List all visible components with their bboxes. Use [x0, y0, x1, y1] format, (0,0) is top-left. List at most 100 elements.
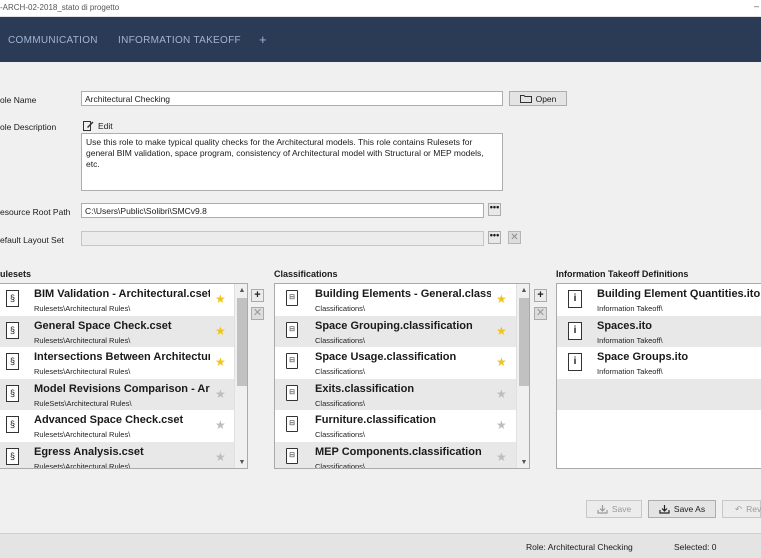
resource-root-field[interactable]: C:\Users\Public\Solibri\SMCv9.8 — [81, 203, 484, 218]
save-button[interactable]: Save — [586, 500, 642, 518]
list-item[interactable]: ⊟ MEP Components.classification Classifica… — [275, 441, 516, 469]
tab-communication[interactable]: COMMUNICATION — [8, 35, 98, 46]
item-path: Rulesets\Architectural Rules\ — [34, 430, 131, 439]
favorite-star-icon[interactable]: ★ — [215, 419, 226, 431]
item-path: Information Takeoff\ — [597, 304, 663, 313]
list-item[interactable]: ⊟ Furniture.classification Classifications… — [275, 410, 516, 442]
item-name: Building Element Quantities.ito — [597, 288, 761, 300]
resource-root-label: esource Root Path — [0, 207, 71, 217]
favorite-star-icon[interactable]: ★ — [496, 419, 507, 431]
classifications-scrollbar[interactable]: ▲ ▼ — [516, 284, 529, 468]
add-ruleset-button[interactable]: + — [251, 289, 264, 302]
default-layout-label: efault Layout Set — [0, 235, 64, 245]
list-item[interactable]: § General Space Check.cset Rulesets\Archit… — [0, 315, 234, 347]
favorite-star-icon[interactable]: ★ — [215, 293, 226, 305]
item-path: Rulesets\Architectural Rules\ — [34, 304, 131, 313]
favorite-star-icon[interactable]: ★ — [496, 293, 507, 305]
list-item[interactable]: § Egress Analysis.cset Rulesets\Architectu… — [0, 441, 234, 468]
open-button[interactable]: Open — [509, 91, 567, 106]
title-bar: -ARCH-02-2018_stato di progetto – — [0, 0, 761, 17]
scroll-down-icon[interactable]: ▼ — [235, 459, 247, 466]
role-description-label: ole Description — [0, 122, 57, 132]
classification-file-icon: ⊟ — [286, 447, 298, 464]
item-name: General Space Check.cset — [34, 319, 172, 332]
favorite-star-icon[interactable]: ★ — [496, 356, 507, 368]
classification-file-icon: ⊟ — [286, 353, 298, 369]
item-name: Space Groups.ito — [597, 351, 689, 363]
role-name-field[interactable]: Architectural Checking — [81, 91, 503, 106]
favorite-star-icon[interactable]: ★ — [215, 325, 226, 337]
save-label: Save — [611, 504, 632, 514]
clear-layout-button[interactable]: ✕ — [508, 231, 521, 244]
save-icon — [597, 505, 608, 514]
rulesets-list[interactable]: § BIM Validation - Architectural.cset Rule… — [0, 283, 248, 469]
takeoff-file-icon: i — [568, 321, 582, 340]
list-item[interactable]: i Building Element Quantities.ito Informat… — [557, 284, 761, 316]
edit-icon — [83, 121, 94, 131]
item-path: Classifications\ — [315, 367, 366, 376]
scroll-down-icon[interactable]: ▼ — [517, 459, 529, 466]
add-classification-button[interactable]: + — [534, 289, 547, 302]
role-name-label: ole Name — [0, 95, 37, 105]
rulesets-title: ulesets — [0, 269, 32, 279]
ruleset-file-icon: § — [6, 321, 19, 339]
minimize-button[interactable]: – — [754, 1, 759, 11]
favorite-star-icon[interactable]: ★ — [215, 451, 226, 463]
scrollbar-thumb[interactable] — [519, 298, 529, 386]
item-name: Model Revisions Comparison - Architectur… — [34, 382, 210, 395]
browse-resource-button[interactable]: ••• — [488, 203, 501, 216]
edit-description-button[interactable]: Edit — [83, 120, 113, 131]
item-path: Classifications\ — [315, 304, 366, 313]
add-tab-button[interactable]: + — [259, 32, 267, 47]
list-item[interactable]: i Space Groups.ito Information Takeoff\ — [557, 347, 761, 379]
item-path: RuleSets\Architectural Rules\ — [34, 398, 132, 408]
list-item[interactable]: § Model Revisions Comparison - Architectu… — [0, 378, 234, 410]
remove-classification-button[interactable]: ✕ — [534, 307, 547, 320]
list-item[interactable]: ⊟ Building Elements - General.classificat… — [275, 284, 516, 316]
takeoff-file-icon: i — [568, 290, 582, 308]
favorite-star-icon[interactable]: ★ — [215, 388, 226, 400]
list-item[interactable]: ⊟ Space Usage.classification Classificatio… — [275, 347, 516, 379]
item-path: Rulesets\Architectural Rules\ — [34, 335, 131, 345]
ruleset-file-icon: § — [6, 447, 19, 465]
item-path: Classifications\ — [315, 398, 366, 408]
revert-button[interactable]: ↶ Rev — [722, 500, 761, 518]
scrollbar-thumb[interactable] — [237, 298, 247, 386]
remove-ruleset-button[interactable]: ✕ — [251, 307, 264, 320]
list-item[interactable]: § BIM Validation - Architectural.cset Rule… — [0, 284, 234, 316]
role-description-field[interactable]: Use this role to make typical quality ch… — [81, 133, 503, 191]
favorite-star-icon[interactable]: ★ — [496, 325, 507, 337]
rulesets-scrollbar[interactable]: ▲ ▼ — [234, 284, 247, 468]
list-item[interactable]: ⊟ Space Grouping.classification Classifica… — [275, 315, 516, 347]
save-as-button[interactable]: Save As — [648, 500, 716, 518]
default-layout-field[interactable] — [81, 231, 484, 246]
open-button-label: Open — [535, 93, 557, 104]
item-name: Spaces.ito — [597, 319, 653, 332]
favorite-star-icon[interactable]: ★ — [215, 356, 226, 368]
item-path: Classifications\ — [315, 430, 366, 439]
list-item[interactable]: § Advanced Space Check.cset Rulesets\Archi… — [0, 410, 234, 442]
scroll-up-icon[interactable]: ▲ — [517, 287, 529, 294]
item-path: Classifications\ — [315, 461, 366, 469]
classification-file-icon: ⊟ — [286, 416, 298, 432]
classification-file-icon: ⊟ — [286, 290, 298, 306]
list-item[interactable]: § Intersections Between Architectural Com… — [0, 347, 234, 379]
list-item[interactable]: ⊟ Exits.classification Classifications\ ★ — [275, 378, 516, 410]
item-name: Egress Analysis.cset — [34, 445, 144, 458]
favorite-star-icon[interactable]: ★ — [496, 451, 507, 463]
item-name: Space Grouping.classification — [315, 319, 473, 332]
item-name: Furniture.classification — [315, 414, 437, 426]
favorite-star-icon[interactable]: ★ — [496, 388, 507, 400]
tab-information-takeoff[interactable]: INFORMATION TAKEOFF — [118, 35, 241, 46]
browse-layout-button[interactable]: ••• — [488, 231, 501, 244]
classifications-list[interactable]: ⊟ Building Elements - General.classificat… — [274, 283, 530, 469]
list-item[interactable]: i Spaces.ito Information Takeoff\ — [557, 315, 761, 347]
window-title: -ARCH-02-2018_stato di progetto — [0, 3, 120, 12]
scroll-up-icon[interactable]: ▲ — [235, 287, 247, 294]
classification-file-icon: ⊟ — [286, 321, 298, 338]
classification-file-icon: ⊟ — [286, 384, 298, 401]
status-selected: Selected: 0 — [674, 542, 717, 552]
takeoff-list[interactable]: i Building Element Quantities.ito Informat… — [556, 283, 761, 469]
ruleset-file-icon: § — [6, 353, 19, 370]
item-name: Intersections Between Architectural Comp… — [34, 351, 210, 363]
